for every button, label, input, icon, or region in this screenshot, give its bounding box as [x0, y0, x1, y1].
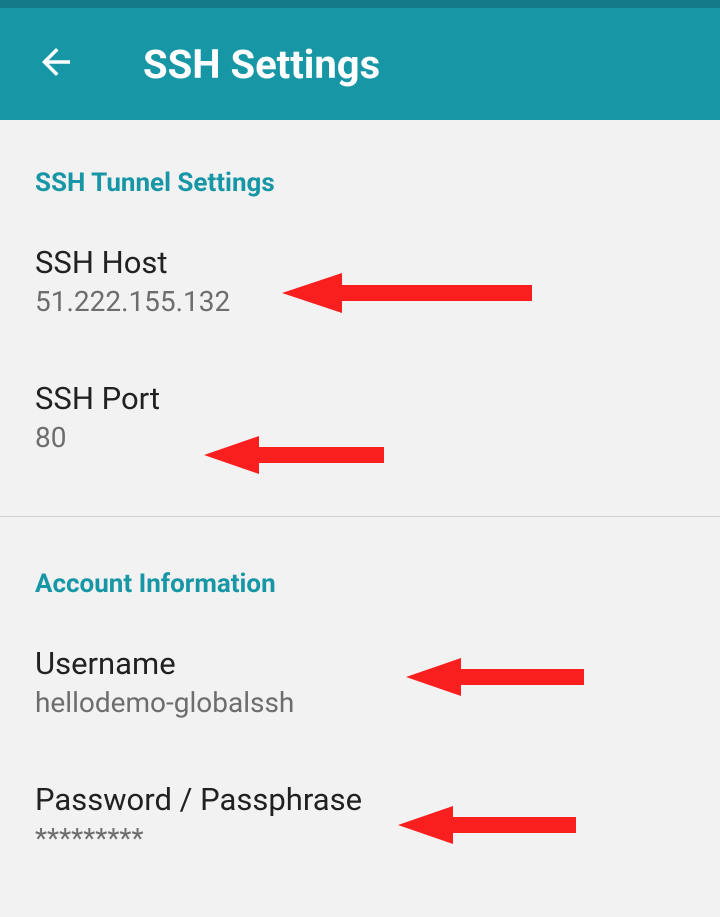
- username-label: Username: [35, 645, 720, 682]
- password-value: *********: [35, 822, 720, 855]
- section-divider: [0, 516, 720, 517]
- ssh-port-value: 80: [35, 421, 720, 454]
- password-label: Password / Passphrase: [35, 781, 720, 818]
- username-value: hellodemo-globalssh: [35, 686, 720, 719]
- account-section-header: Account Information: [0, 569, 720, 599]
- tunnel-section-header: SSH Tunnel Settings: [0, 168, 720, 198]
- app-header: SSH Settings: [0, 8, 720, 120]
- ssh-host-setting[interactable]: SSH Host 51.222.155.132: [0, 244, 720, 318]
- settings-content: SSH Tunnel Settings SSH Host 51.222.155.…: [0, 120, 720, 855]
- ssh-port-label: SSH Port: [35, 380, 720, 417]
- back-arrow-icon[interactable]: [35, 41, 77, 87]
- ssh-port-setting[interactable]: SSH Port 80: [0, 380, 720, 454]
- password-setting[interactable]: Password / Passphrase *********: [0, 781, 720, 855]
- ssh-host-value: 51.222.155.132: [35, 285, 720, 318]
- username-setting[interactable]: Username hellodemo-globalssh: [0, 645, 720, 719]
- ssh-host-label: SSH Host: [35, 244, 720, 281]
- page-title: SSH Settings: [143, 41, 380, 88]
- status-bar: [0, 0, 720, 8]
